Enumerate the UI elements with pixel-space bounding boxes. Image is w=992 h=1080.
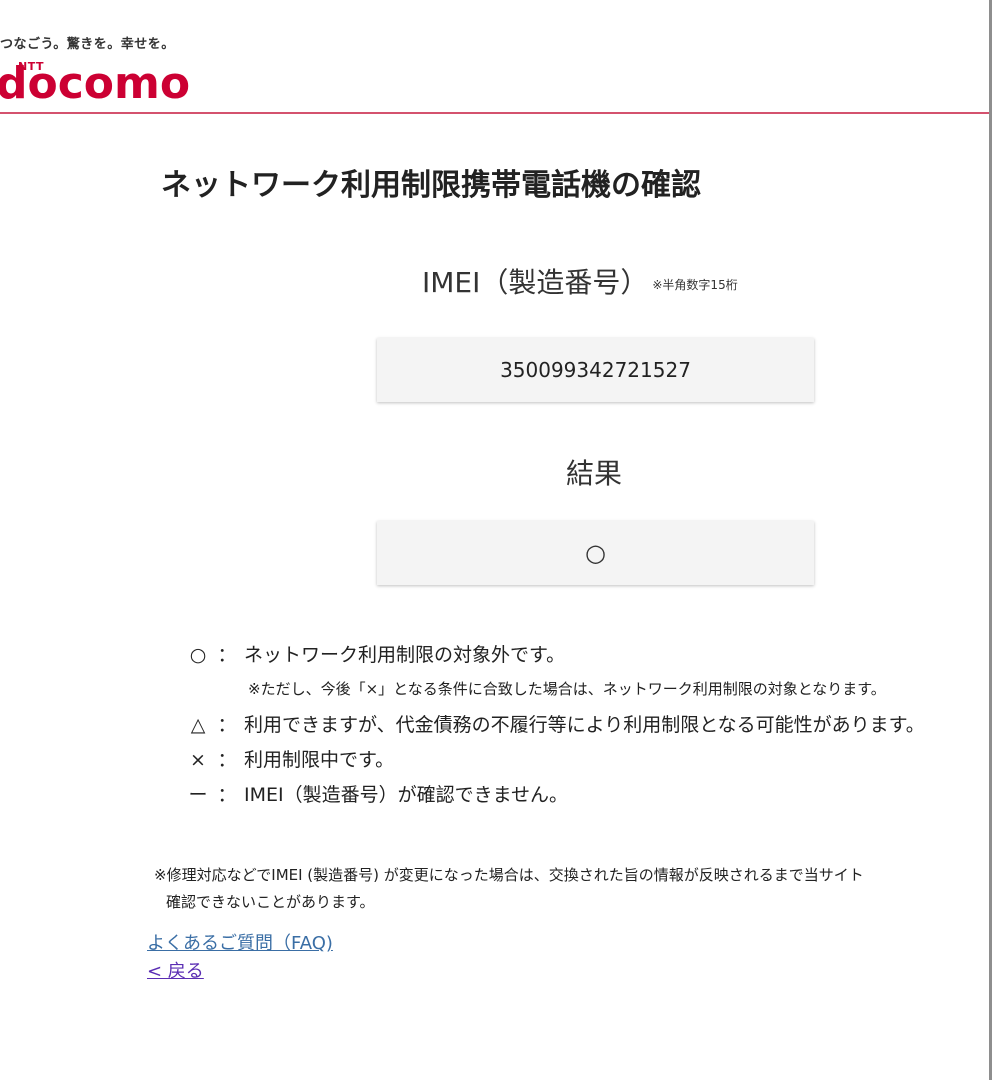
triangle-icon: △ [190,714,206,736]
result-circle-icon: ○ [585,539,606,567]
dash-icon: ー [188,784,208,806]
footnote-line-1: ※修理対応などでIMEI (製造番号) が変更になった場合は、交換された旨の情報… [154,866,864,884]
docomo-logo[interactable]: NTT docomo [0,52,196,107]
legend-item-unknown: ー ： IMEI（製造番号）が確認できません。 [186,780,568,807]
legend-text: ネットワーク利用制限の対象外です。 [244,644,566,666]
legend-colon: ： [217,644,237,666]
faq-link[interactable]: よくあるご質問（FAQ) [147,929,333,955]
legend-note: ※ただし、今後「×」となる条件に合致した場合は、ネットワーク利用制限の対象となり… [248,680,886,698]
legend-item-warning: △ ： 利用できますが、代金債務の不履行等により利用制限となる可能性があります。 [186,710,925,737]
imei-label-text: IMEI（製造番号） [422,266,649,299]
back-link[interactable]: < 戻る [147,957,204,983]
header-divider [0,112,989,114]
legend-text: IMEI（製造番号）が確認できません。 [244,784,569,806]
footnote-line-2: 確認できないことがあります。 [166,893,375,911]
legend-item-restricted: × ： 利用制限中です。 [186,745,394,772]
legend-text: 利用制限中です。 [244,749,395,771]
cross-icon: × [190,749,206,771]
imei-value: 350099342721527 [500,358,691,382]
legend-text: 利用できますが、代金債務の不履行等により利用制限となる可能性があります。 [244,714,925,736]
legend-item-ok: ○ ： ネットワーク利用制限の対象外です。 [186,640,565,667]
legend-colon: ： [217,714,237,736]
imei-value-box: 350099342721527 [377,338,814,402]
legend-colon: ： [217,749,237,771]
imei-format-note: ※半角数字15桁 [652,277,738,292]
brand-tagline: つなごう。驚きを。幸せを。 [0,37,175,52]
result-label: 結果 [566,457,623,490]
logo-wordmark: docomo [0,58,191,109]
page-title: ネットワーク利用制限携帯電話機の確認 [161,168,701,203]
legend-colon: ： [217,784,237,806]
circle-icon: ○ [189,644,207,666]
imei-change-footnote: ※修理対応などでIMEI (製造番号) が変更になった場合は、交換された旨の情報… [154,862,864,916]
imei-label: IMEI（製造番号） ※半角数字15桁 [422,261,738,301]
result-value-box: ○ [377,521,814,585]
